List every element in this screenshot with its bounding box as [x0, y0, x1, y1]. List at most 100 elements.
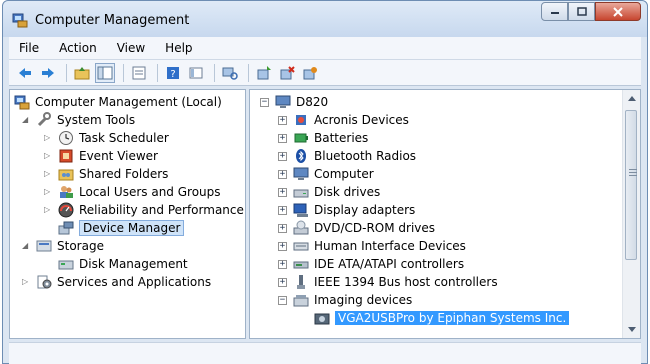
menu-action[interactable]: Action	[49, 41, 107, 55]
vertical-scrollbar[interactable]	[622, 90, 640, 338]
device-category-label: IDE ATA/ATAPI controllers	[314, 257, 465, 271]
device-category[interactable]: + Bluetooth Radios	[278, 147, 416, 165]
minimize-icon	[550, 11, 559, 14]
device-category-label: Disk drives	[314, 185, 381, 199]
expand-box-icon[interactable]: +	[278, 205, 287, 215]
expand-box-icon[interactable]: +	[278, 241, 287, 251]
expand-box-icon[interactable]: +	[278, 169, 287, 179]
disable-icon	[303, 66, 317, 79]
device-category-label: Human Interface Devices	[314, 239, 466, 253]
performance-gauge-icon	[58, 202, 74, 218]
menu-help[interactable]: Help	[155, 41, 202, 55]
scroll-up-arrow-icon[interactable]	[628, 96, 636, 101]
tree-item-label: Shared Folders	[79, 167, 169, 181]
device-category-imaging[interactable]: − Imaging devices	[278, 291, 412, 309]
up-folder-button[interactable]	[72, 63, 92, 83]
properties-button[interactable]	[129, 63, 149, 83]
title-bar[interactable]: Computer Management	[3, 1, 647, 37]
update-driver-button[interactable]	[254, 63, 274, 83]
tree-item-label: Local Users and Groups	[79, 185, 221, 199]
expand-box-icon[interactable]: +	[278, 115, 287, 125]
tree-item-system-tools[interactable]: ◢ System Tools	[22, 111, 135, 129]
maximize-button[interactable]	[568, 2, 595, 21]
expand-box-icon[interactable]: +	[278, 187, 287, 197]
bluetooth-icon	[296, 149, 306, 163]
collapse-box-icon[interactable]: −	[278, 295, 287, 305]
device-category[interactable]: + Human Interface Devices	[278, 237, 466, 255]
expand-arrow-icon[interactable]: ▷	[44, 206, 52, 214]
device-category[interactable]: + Disk drives	[278, 183, 380, 201]
tree-item-label: System Tools	[57, 113, 136, 127]
tree-item-device-manager[interactable]: Device Manager	[58, 219, 185, 237]
device-manager-icon	[58, 221, 74, 235]
computer-management-icon	[12, 13, 28, 28]
menu-view[interactable]: View	[107, 41, 155, 55]
device-category[interactable]: + Acronis Devices	[278, 111, 409, 129]
scan-hardware-button[interactable]	[220, 63, 240, 83]
expand-box-icon[interactable]: +	[278, 151, 287, 161]
view-button[interactable]	[186, 63, 206, 83]
show-hide-tree-button[interactable]	[95, 62, 115, 83]
display-adapter-icon	[293, 203, 308, 217]
device-category[interactable]: + IDE ATA/ATAPI controllers	[278, 255, 464, 273]
tree-item-label: Storage	[57, 239, 104, 253]
tree-item-computer-management[interactable]: Computer Management (Local)	[14, 93, 222, 111]
collapse-box-icon[interactable]: −	[260, 97, 269, 107]
help-icon: ?	[167, 66, 179, 80]
scrollbar-thumb[interactable]	[625, 110, 637, 260]
ide-controller-icon	[293, 261, 309, 269]
tree-item-label-selected: Device Manager	[79, 220, 185, 236]
shared-folder-icon	[58, 169, 74, 181]
forward-button[interactable]	[38, 63, 58, 83]
expand-arrow-icon[interactable]: ▷	[44, 134, 52, 142]
main-window: Computer Management File Action View Hel…	[2, 0, 648, 364]
tree-item-local-users-groups[interactable]: ▷ Local Users and Groups	[44, 183, 221, 201]
device-tree-root[interactable]: − D820	[260, 93, 328, 111]
close-button[interactable]	[595, 2, 641, 21]
tree-item-shared-folders[interactable]: ▷ Shared Folders	[44, 165, 168, 183]
properties-icon	[132, 66, 146, 79]
expand-box-icon[interactable]: +	[278, 259, 287, 269]
tree-item-event-viewer[interactable]: ▷ Event Viewer	[44, 147, 158, 165]
window-controls	[541, 2, 641, 21]
minimize-button[interactable]	[541, 2, 568, 21]
device-category[interactable]: + Display adapters	[278, 201, 415, 219]
device-category[interactable]: + DVD/CD-ROM drives	[278, 219, 435, 237]
close-icon	[613, 6, 623, 17]
back-arrow-icon	[19, 67, 31, 78]
collapse-arrow-icon[interactable]: ◢	[22, 116, 30, 124]
toolbar-separator	[157, 63, 158, 82]
scroll-down-arrow-icon[interactable]	[628, 327, 636, 332]
tree-item-task-scheduler[interactable]: ▷ Task Scheduler	[44, 129, 169, 147]
expand-box-icon[interactable]: +	[278, 223, 287, 233]
collapse-arrow-icon[interactable]: ◢	[22, 242, 30, 250]
clock-icon	[59, 131, 73, 145]
menu-file[interactable]: File	[9, 41, 49, 55]
tree-item-label: Computer Management (Local)	[35, 95, 222, 109]
acronis-device-icon	[296, 115, 306, 125]
tree-item-reliability-performance[interactable]: ▷ Reliability and Performance	[44, 201, 244, 219]
device-category-label: Acronis Devices	[314, 113, 409, 127]
disable-button[interactable]	[300, 63, 320, 83]
tree-item-storage[interactable]: ◢ Storage	[22, 237, 104, 255]
help-button[interactable]: ?	[163, 63, 183, 83]
device-item-selected[interactable]: VGA2USBPro by Epiphan Systems Inc.	[314, 309, 570, 327]
device-item-label: VGA2USBPro by Epiphan Systems Inc.	[335, 311, 570, 325]
back-button[interactable]	[15, 63, 35, 83]
device-category-label: Imaging devices	[314, 293, 413, 307]
expand-arrow-icon[interactable]: ▷	[44, 170, 52, 178]
device-category-label: IEEE 1394 Bus host controllers	[314, 275, 498, 289]
expand-arrow-icon[interactable]: ▷	[44, 152, 52, 160]
uninstall-button[interactable]	[277, 63, 297, 83]
tree-item-services-applications[interactable]: ▷ Services and Applications	[22, 273, 211, 291]
device-category[interactable]: + Batteries	[278, 129, 368, 147]
expand-arrow-icon[interactable]: ▷	[22, 278, 30, 286]
expand-box-icon[interactable]: +	[278, 133, 287, 143]
device-category[interactable]: + Computer	[278, 165, 374, 183]
computer-icon	[293, 167, 309, 180]
expand-box-icon[interactable]: +	[278, 277, 287, 287]
device-category[interactable]: + IEEE 1394 Bus host controllers	[278, 273, 498, 291]
scan-hardware-icon	[222, 67, 238, 80]
tree-item-disk-management[interactable]: Disk Management	[58, 255, 188, 273]
expand-arrow-icon[interactable]: ▷	[44, 188, 52, 196]
